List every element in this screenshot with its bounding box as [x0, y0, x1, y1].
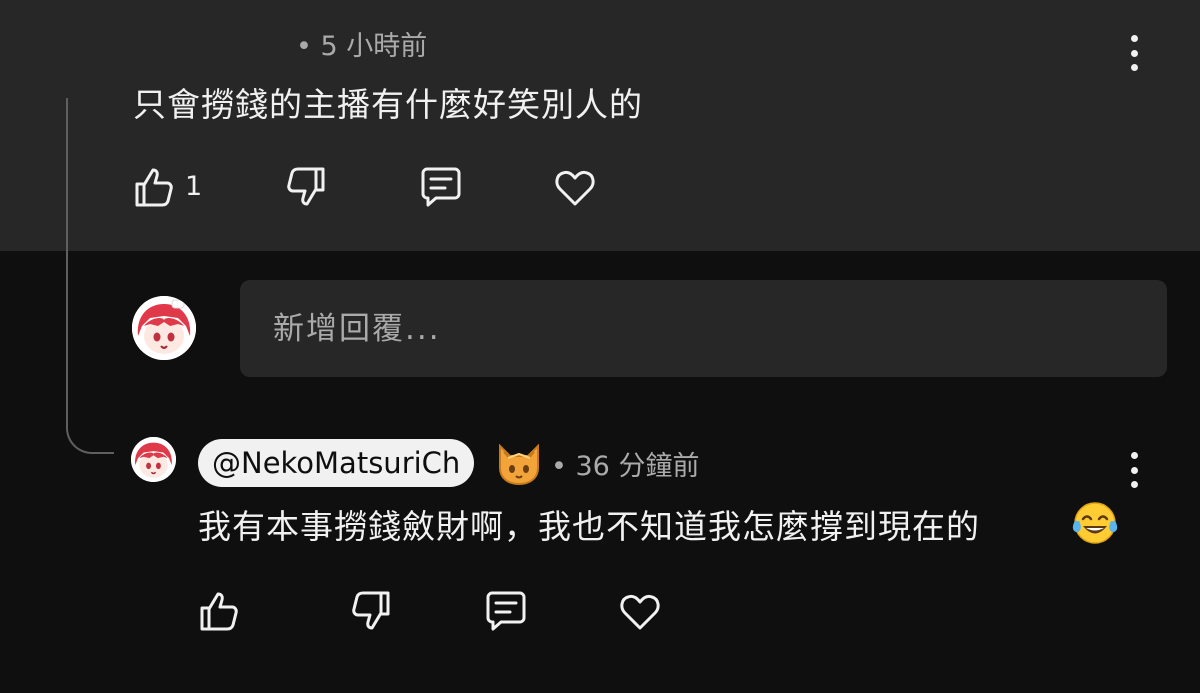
face-with-tears-of-joy-icon [1071, 499, 1119, 547]
dislike-icon[interactable] [283, 163, 331, 211]
heart-icon[interactable] [616, 587, 664, 635]
comments-panel: • 5 小時前 只會撈錢的主播有什麼好笑別人的 1 新增回覆... @NekoM… [0, 0, 1200, 693]
reply-text: 我有本事撈錢斂財啊，我也不知道我怎麼撐到現在的 [198, 507, 980, 546]
comment-timestamp: • 5 小時前 [296, 31, 428, 62]
like-icon[interactable] [129, 163, 177, 211]
more-options-icon[interactable] [1128, 452, 1140, 488]
like-count: 1 [185, 171, 203, 202]
reply-timestamp: • 36 分鐘前 [551, 451, 700, 482]
author-handle-chip[interactable]: @NekoMatsuriCh [198, 439, 475, 487]
reply-icon[interactable] [482, 587, 530, 635]
thread-connector-line [66, 98, 114, 454]
current-user-avatar[interactable] [132, 296, 196, 360]
dislike-icon[interactable] [348, 587, 396, 635]
reply-author-avatar[interactable] [131, 437, 176, 482]
more-options-icon[interactable] [1128, 35, 1140, 71]
like-icon[interactable] [194, 587, 242, 635]
heart-icon[interactable] [551, 163, 599, 211]
reply-icon[interactable] [417, 163, 465, 211]
cat-member-badge-icon [494, 438, 544, 488]
reply-input[interactable] [240, 280, 1167, 377]
comment-text: 只會撈錢的主播有什麼好笑別人的 [133, 85, 643, 124]
